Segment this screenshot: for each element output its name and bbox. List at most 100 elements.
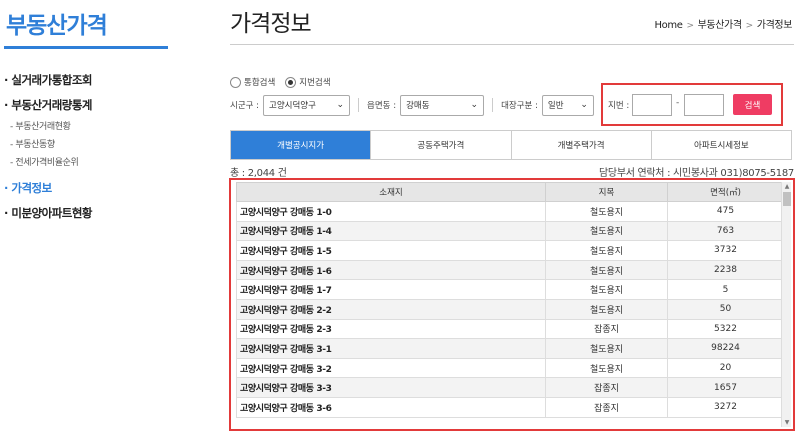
filter-row: 시군구 : 고양시덕양구 ⌄ 읍면동 : 강매동 ⌄ 대장구분 : 일반 ⌄ <box>230 94 594 116</box>
search-button[interactable]: 검색 <box>733 94 772 115</box>
radio-jibun-label: 지번검색 <box>299 78 331 88</box>
cell-address: 고양시덕양구 강매동 2-3 <box>236 318 546 340</box>
cell-area: 20 <box>667 357 784 379</box>
sigungu-select[interactable]: 고양시덕양구 ⌄ <box>263 94 351 116</box>
sidebar-submenu: - 부동산거래현황 - 부동산동향 - 전세가격비율순위 <box>4 118 174 172</box>
sidebar-item-real-transaction[interactable]: · 실거래가통합조회 <box>4 70 174 90</box>
scroll-up-arrow-icon[interactable]: ▲ <box>782 182 792 191</box>
sidebar-subitem-market-trend[interactable]: - 부동산동향 <box>4 136 174 154</box>
eupmyeondong-label: 읍면동 : <box>367 101 397 111</box>
tab-apartment-price[interactable]: 공동주택가격 <box>370 131 511 159</box>
chevron-right-icon: > <box>686 21 694 31</box>
results-table-highlight: 소재지 지목 면적(㎡) 고양시덕양구 강매동 1-0 철도용지 475 고양시덕양구… <box>229 178 795 431</box>
result-info: 총 : 2,044 건 담당부서 연락처 : 시민봉사과 031)8075-51… <box>230 164 794 179</box>
tab-individual-house-price[interactable]: 개별주택가격 <box>510 131 651 159</box>
jibun-main-input[interactable] <box>632 94 672 116</box>
cell-address: 고양시덕양구 강매동 1-7 <box>236 279 546 300</box>
chevron-down-icon: ⌄ <box>580 100 588 110</box>
cell-land-category: 철도용지 <box>545 357 668 379</box>
sidebar-item-transaction-stats[interactable]: · 부동산거래량통계 <box>4 95 174 115</box>
cell-address: 고양시덕양구 강매동 2-2 <box>236 298 546 320</box>
header-divider <box>230 44 794 45</box>
table-row[interactable]: 고양시덕양구 강매동 1-7 철도용지 5 <box>236 279 784 300</box>
table-body: 고양시덕양구 강매동 1-0 철도용지 475 고양시덕양구 강매동 1-4 철도용지 7… <box>236 201 784 418</box>
cell-address: 고양시덕양구 강매동 1-4 <box>236 220 546 242</box>
cell-land-category: 철도용지 <box>545 279 668 300</box>
sidebar-title: 부동산가격 <box>6 13 108 39</box>
results-table: 소재지 지목 면적(㎡) 고양시덕양구 강매동 1-0 철도용지 475 고양시덕양구… <box>236 182 784 418</box>
sidebar-subitem-jeonse-ratio[interactable]: - 전세가격비율순위 <box>4 154 174 172</box>
table-row[interactable]: 고양시덕양구 강매동 3-1 철도용지 98224 <box>236 338 784 359</box>
cell-land-category: 철도용지 <box>545 240 668 261</box>
sidebar-subitem-transaction-status[interactable]: - 부동산거래현황 <box>4 118 174 136</box>
cell-land-category: 철도용지 <box>545 220 668 242</box>
column-header-address: 소재지 <box>236 182 546 202</box>
cell-land-category: 잡종지 <box>545 377 668 398</box>
sidebar-item-price-info[interactable]: · 가격정보 <box>4 178 174 198</box>
daejang-select[interactable]: 일반 ⌄ <box>541 94 594 116</box>
table-row[interactable]: 고양시덕양구 강매동 1-4 철도용지 763 <box>236 220 784 242</box>
chevron-down-icon: ⌄ <box>336 100 345 110</box>
breadcrumb-home[interactable]: Home <box>655 20 683 31</box>
eupmyeondong-select[interactable]: 강매동 ⌄ <box>400 94 485 116</box>
table-scrollbar[interactable]: ▲ ▼ <box>781 182 791 427</box>
cell-area: 5 <box>667 279 784 300</box>
table-row[interactable]: 고양시덕양구 강매동 2-3 잡종지 5322 <box>236 318 784 340</box>
cell-land-category: 철도용지 <box>545 201 668 222</box>
sidebar-title-underline <box>4 46 168 49</box>
cell-address: 고양시덕양구 강매동 1-0 <box>236 201 546 222</box>
table-row[interactable]: 고양시덕양구 강매동 1-6 철도용지 2238 <box>236 259 784 281</box>
scroll-down-arrow-icon[interactable]: ▼ <box>782 418 792 427</box>
breadcrumb-current: 가격정보 <box>756 20 793 31</box>
cell-address: 고양시덕양구 강매동 1-5 <box>236 240 546 261</box>
contact-info: 담당부서 연락처 : 시민봉사과 031)8075-5187 <box>599 168 794 179</box>
cell-area: 2238 <box>667 259 784 281</box>
search-mode-radios: 통합검색 지번검색 <box>230 76 341 88</box>
table-row[interactable]: 고양시덕양구 강매동 3-3 잡종지 1657 <box>236 377 784 398</box>
jibun-dash: - <box>676 98 680 108</box>
chevron-right-icon: > <box>745 21 754 31</box>
cell-land-category: 잡종지 <box>545 396 668 418</box>
column-header-land-category: 지목 <box>545 182 668 202</box>
cell-address: 고양시덕양구 강매동 3-6 <box>236 396 546 418</box>
cell-area: 5322 <box>667 318 784 340</box>
filter-divider <box>358 98 360 112</box>
sidebar-item-unsold-apartments[interactable]: · 미분양아파트현황 <box>4 203 174 223</box>
cell-land-category: 철도용지 <box>545 298 668 320</box>
cell-area: 763 <box>667 220 784 242</box>
table-row[interactable]: 고양시덕양구 강매동 1-5 철도용지 3732 <box>236 240 784 261</box>
tab-individual-land-price[interactable]: 개별공시지가 <box>231 131 371 159</box>
cell-area: 3732 <box>667 240 784 261</box>
cell-area: 475 <box>667 201 784 222</box>
sidebar: 부동산가격 · 실거래가통합조회 · 부동산거래량통계 - 부동산거래현황 - … <box>0 0 175 436</box>
sigungu-label: 시군구 : <box>230 101 260 111</box>
cell-address: 고양시덕양구 강매동 3-3 <box>236 377 546 398</box>
cell-area: 1657 <box>667 377 784 398</box>
result-count: 총 : 2,044 건 <box>230 168 287 179</box>
scroll-thumb[interactable] <box>783 192 791 206</box>
table-row[interactable]: 고양시덕양구 강매동 1-0 철도용지 475 <box>236 201 784 222</box>
breadcrumb: Home > 부동산가격 > 가격정보 <box>655 16 793 31</box>
filter-divider <box>492 98 494 112</box>
cell-area: 3272 <box>667 396 784 418</box>
jibun-sub-input[interactable] <box>684 94 724 116</box>
results-table-container: 소재지 지목 면적(㎡) 고양시덕양구 강매동 1-0 철도용지 475 고양시덕양구… <box>236 182 784 418</box>
cell-address: 고양시덕양구 강매동 3-1 <box>236 338 546 359</box>
table-row[interactable]: 고양시덕양구 강매동 3-2 철도용지 20 <box>236 357 784 379</box>
jibun-label: 지번 : <box>608 101 630 111</box>
column-header-area: 면적(㎡) <box>667 182 784 202</box>
chevron-down-icon: ⌄ <box>470 100 479 110</box>
cell-area: 98224 <box>667 338 784 359</box>
cell-address: 고양시덕양구 강매동 3-2 <box>236 357 546 379</box>
cell-land-category: 잡종지 <box>545 318 668 340</box>
table-row[interactable]: 고양시덕양구 강매동 2-2 철도용지 50 <box>236 298 784 320</box>
radio-integrated-search[interactable] <box>230 76 241 88</box>
table-header-row: 소재지 지목 면적(㎡) <box>236 182 784 202</box>
radio-jibun-search[interactable] <box>285 76 297 88</box>
cell-land-category: 철도용지 <box>545 259 668 281</box>
page-title: 가격정보 <box>230 11 312 37</box>
table-row[interactable]: 고양시덕양구 강매동 3-6 잡종지 3272 <box>236 396 784 418</box>
radio-integrated-label: 통합검색 <box>244 78 276 88</box>
tab-apartment-market-info[interactable]: 아파트시세정보 <box>650 131 791 159</box>
breadcrumb-real-estate[interactable]: 부동산가격 <box>698 20 742 31</box>
